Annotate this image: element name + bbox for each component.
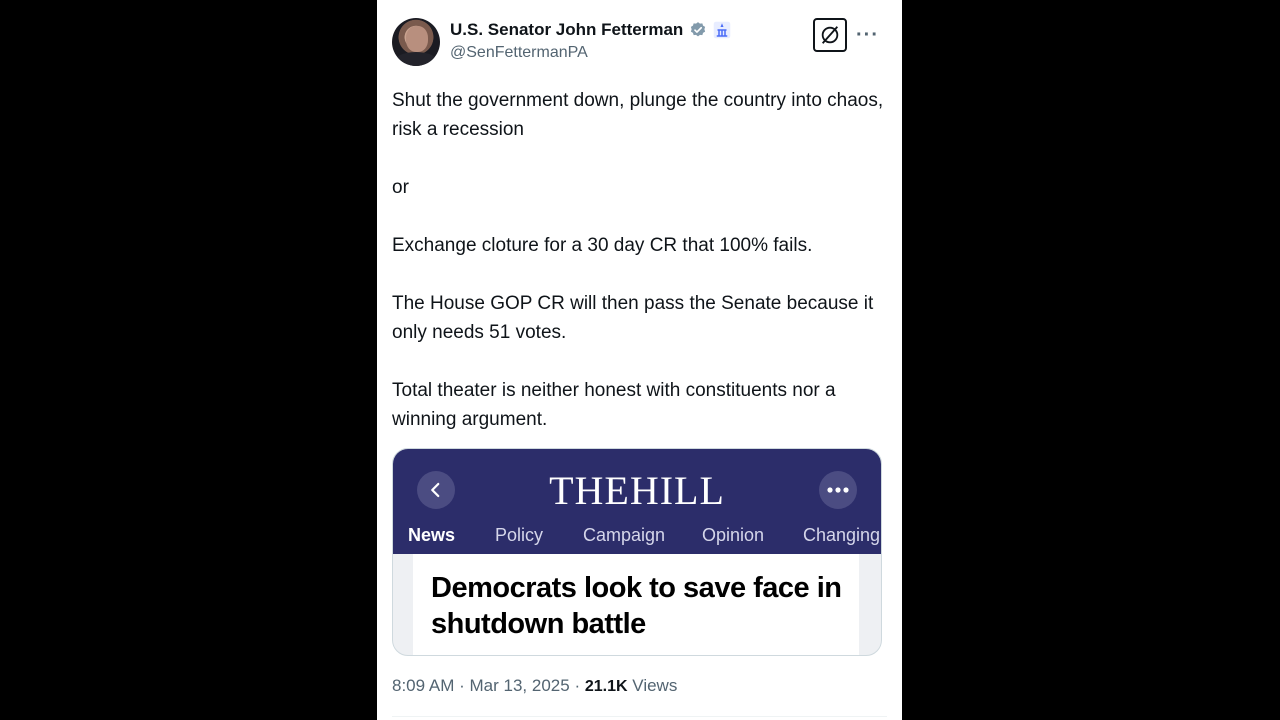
grok-icon [821, 26, 839, 44]
tweet-text: Shut the government down, plunge the cou… [392, 90, 884, 430]
site-menu-button[interactable] [819, 471, 857, 509]
views-label: Views [632, 676, 678, 695]
tweet-meta: 8:09 AM · Mar 13, 2025 · 21.1K Views [392, 676, 677, 696]
headline-box: Democrats look to save face in shutdown … [413, 554, 859, 655]
name-row: U.S. Senator John Fetterman [450, 20, 731, 40]
divider [392, 716, 887, 717]
site-logo: THEHILL [549, 468, 725, 513]
article-headline[interactable]: Democrats look to save face in shutdown … [431, 570, 851, 642]
nav-item-news[interactable]: News [408, 525, 455, 546]
site-header-bar: THEHILL News Policy Campaign Opinion Cha… [393, 449, 881, 554]
nav-item-campaign[interactable]: Campaign [583, 525, 665, 546]
display-name[interactable]: U.S. Senator John Fetterman [450, 20, 683, 40]
tweet-date[interactable]: Mar 13, 2025 [470, 676, 570, 695]
nav-item-opinion[interactable]: Opinion [702, 525, 764, 546]
meta-separator: · [459, 676, 465, 695]
views-count[interactable]: 21.1K [585, 678, 628, 695]
avatar-shirt [394, 52, 438, 66]
nav-item-policy[interactable]: Policy [495, 525, 543, 546]
handle[interactable]: @SenFettermanPA [450, 44, 588, 62]
nav-item-changing[interactable]: Changing [803, 525, 880, 546]
verified-badge-icon [691, 22, 706, 37]
more-options-icon[interactable]: ··· [856, 24, 879, 47]
link-card[interactable]: THEHILL News Policy Campaign Opinion Cha… [392, 448, 882, 656]
avatar-face [406, 26, 428, 52]
tweet-header: U.S. Senator John Fetterman @SenFetterma… [392, 18, 887, 68]
site-nav: News Policy Campaign Opinion Changing [393, 525, 881, 551]
ellipsis-icon [827, 487, 849, 493]
grok-button[interactable] [813, 18, 847, 52]
avatar[interactable] [392, 18, 440, 66]
tweet-panel: U.S. Senator John Fetterman @SenFetterma… [377, 0, 902, 720]
government-badge-icon [714, 21, 731, 39]
meta-separator: · [574, 676, 581, 695]
tweet-time[interactable]: 8:09 AM [392, 676, 454, 695]
